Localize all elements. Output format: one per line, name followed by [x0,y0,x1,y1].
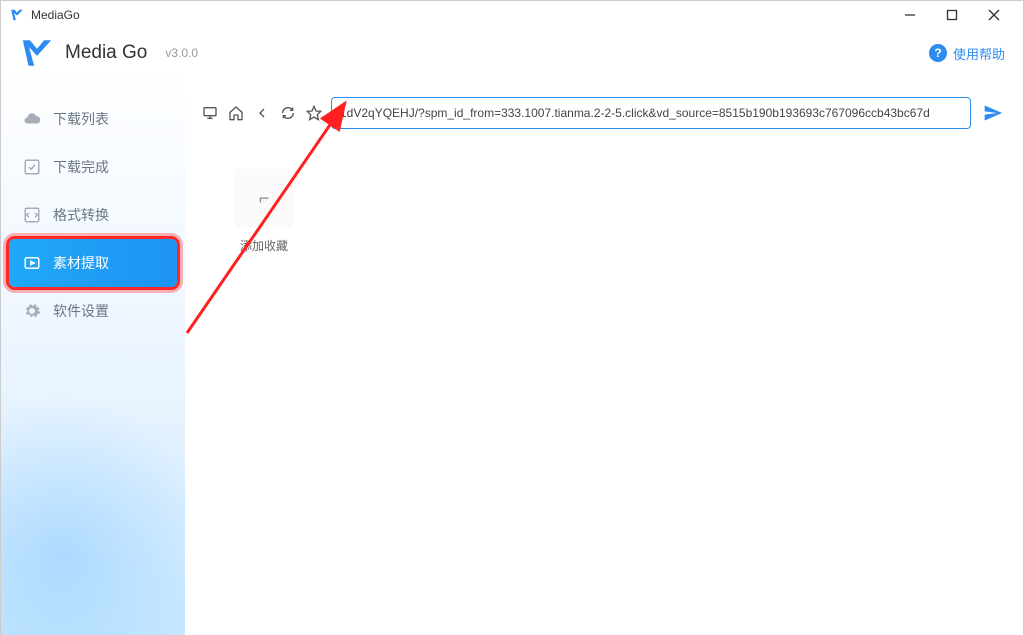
help-button[interactable]: ? 使用帮助 [929,44,1005,63]
close-button[interactable] [973,1,1015,29]
convert-icon [23,206,41,224]
header: Media Go v3.0.0 ? 使用帮助 [1,29,1023,77]
sidebar-item-material-extract[interactable]: 素材提取 [9,239,177,287]
help-icon: ? [929,44,947,62]
sidebar-item-label: 素材提取 [53,253,109,273]
sidebar-item-download-done[interactable]: 下载完成 [1,143,185,191]
add-favorite-tile[interactable]: ⌐ 添加收藏 [225,169,303,254]
url-bar-icons [201,104,323,122]
url-input[interactable] [340,106,962,120]
window-controls [889,1,1015,29]
app-title: Media Go [65,42,147,64]
url-bar [201,97,1007,129]
add-favorite-icon: ⌐ [235,169,293,227]
sidebar-item-label: 软件设置 [53,301,109,321]
titlebar-title: MediaGo [31,8,889,22]
version-label: v3.0.0 [165,46,198,60]
main-panel: ⌐ 添加收藏 [185,77,1023,635]
video-extract-icon [23,254,41,272]
url-input-wrap[interactable] [331,97,971,129]
sidebar-item-settings[interactable]: 软件设置 [1,287,185,335]
logo-icon [19,35,55,71]
back-icon[interactable] [253,104,271,122]
minimize-button[interactable] [889,1,931,29]
desktop-icon[interactable] [201,104,219,122]
gear-icon [23,302,41,320]
maximize-button[interactable] [931,1,973,29]
go-button[interactable] [979,99,1007,127]
check-square-icon [23,158,41,176]
sidebar-item-label: 下载列表 [53,109,109,129]
cloud-download-icon [23,110,41,128]
sidebar: 下载列表 下载完成 格式转换 素材提取 软件设置 [1,77,185,635]
titlebar: MediaGo [1,1,1023,29]
sidebar-item-download-list[interactable]: 下载列表 [1,95,185,143]
sidebar-item-format-convert[interactable]: 格式转换 [1,191,185,239]
add-favorite-label: 添加收藏 [225,237,303,254]
sidebar-item-label: 下载完成 [53,157,109,177]
app-icon [9,7,25,23]
star-icon[interactable] [305,104,323,122]
help-label: 使用帮助 [953,44,1005,63]
sidebar-item-label: 格式转换 [53,205,109,225]
home-icon[interactable] [227,104,245,122]
reload-icon[interactable] [279,104,297,122]
